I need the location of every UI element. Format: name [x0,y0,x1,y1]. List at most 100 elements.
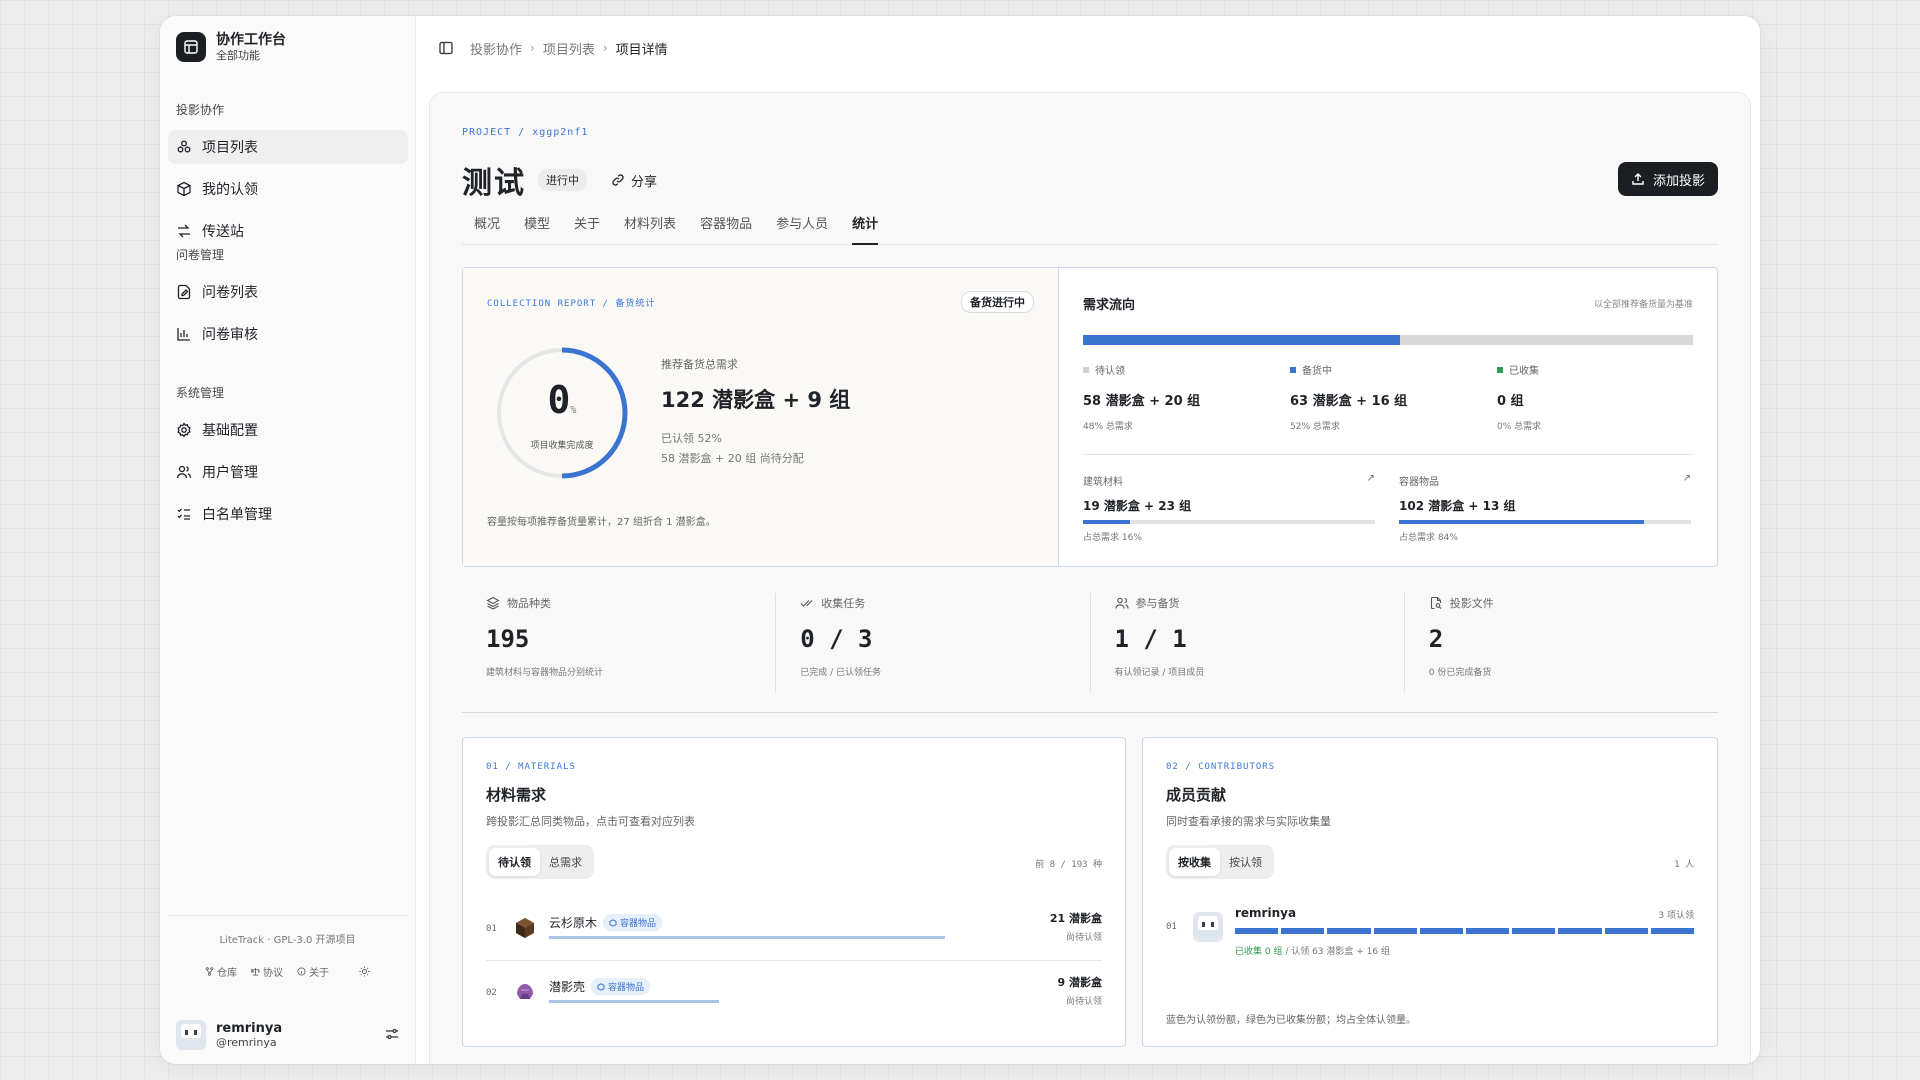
about-link[interactable]: 关于 [297,964,329,979]
sidebar-item-label: 问卷审核 [202,327,258,343]
tab-container-items[interactable]: 容器物品 [700,213,752,245]
sidebar-item-my-claims[interactable]: 我的认领 [168,172,408,206]
stat-value: 0 / 3 [800,625,873,653]
sort-by-claimed[interactable]: 按认领 [1220,848,1271,876]
nav-group-system: 系统管理 基础配置 用户管理 白名单管理 [168,383,408,539]
tab-model[interactable]: 模型 [524,213,550,245]
category-percent: 占总需求 84% [1399,533,1458,543]
agreement-link[interactable]: 协议 [251,964,283,979]
user-handle: @remrinya [216,1035,277,1049]
share-segment [1558,928,1602,934]
material-name-wrap: 潜影壳 容器物品 [549,978,651,995]
category-bar [1399,520,1691,524]
sidebar-item-user-management[interactable]: 用户管理 [168,455,408,489]
breadcrumb-item[interactable]: 项目列表 [543,39,595,58]
link-icon [612,174,624,186]
share-label: 分享 [631,174,658,190]
stat-caption: 0 份已完成备货 [1428,668,1492,678]
shulker-shell-icon [517,984,533,999]
stat-label: 物品种类 [507,597,551,610]
member-claimed: / 认领 63 潜影盒 + 16 组 [1282,947,1390,957]
avatar [1193,912,1223,942]
tab-participants[interactable]: 参与人员 [776,213,828,245]
stat-label: 投影文件 [1449,597,1494,610]
toggle-sidebar-button[interactable] [438,40,454,56]
brand[interactable]: 协作工作台 全部功能 [176,32,286,62]
stat-label: 收集任务 [821,597,866,610]
chip-label: 容器物品 [620,919,657,929]
flow-progress-fill [1083,335,1401,345]
materials-card: 01 / MATERIALS 材料需求 跨投影汇总同类物品，点击可查看对应列表 … [462,737,1126,1047]
project-detail-panel: PROJECT / xggp2nf1 测试 进行中 分享 添加投影 概况 模型 … [429,92,1751,1064]
theme-toggle[interactable] [359,966,370,977]
category-percent: 占总需求 16% [1083,533,1142,543]
sidebar-item-basic-config[interactable]: 基础配置 [168,413,408,447]
divider [462,712,1718,713]
materials-filter-toggle: 待认领 总需求 [486,845,594,879]
sidebar-item-survey-review[interactable]: 问卷审核 [168,317,408,351]
summary-stats: 物品种类 195 建筑材料与容器物品分别统计 收集任务 0 / 3 已完成 / … [462,593,1718,693]
user-settings-button[interactable] [385,1026,399,1045]
tab-overview[interactable]: 概况 [474,213,500,245]
material-amount: 21 潜影盒 [1049,912,1102,925]
category-bar-fill [1083,520,1130,524]
category-label: 建筑材料 [1083,477,1123,488]
topbar: 投影协作 › 项目列表 › 项目详情 [416,16,1760,80]
category-value: 19 潜影盒 + 23 组 [1083,499,1192,513]
divider [1083,454,1693,455]
sidebar-toggle-icon [439,41,453,55]
flow-stat-label: 已收集 [1509,366,1539,377]
list-item[interactable]: 01 remrinya 3 项认领 已收集 0 组 / 认领 63 潜影盒 + … [1166,900,1695,960]
sidebar-item-survey-list[interactable]: 问卷列表 [168,275,408,309]
stat-item-types: 物品种类 195 建筑材料与容器物品分别统计 [462,593,775,693]
sidebar-item-transfer-station[interactable]: 传送站 [168,214,408,248]
chevron-right-icon: › [602,41,608,55]
contributors-count: 1 人 [1674,860,1694,870]
tab-about[interactable]: 关于 [574,213,600,245]
card-description: 同时查看承接的需求与实际收集量 [1166,815,1331,828]
completion-percent: 0% [494,378,630,422]
member-name: remrinya [1235,906,1297,920]
nav-group-survey: 问卷管理 问卷列表 问卷审核 [168,245,408,359]
app-logo-icon [176,32,206,62]
users-icon [1114,597,1129,609]
package-icon [177,181,191,197]
bar-chart-icon [177,328,190,341]
stat-caption: 已完成 / 已认领任务 [800,668,882,678]
category-container-items[interactable]: 容器物品 ↗ 102 潜影盒 + 13 组 占总需求 84% [1399,473,1691,543]
project-tag: PROJECT / xggp2nf1 [462,127,589,138]
material-amount: 9 潜影盒 [1057,976,1102,989]
app-window: 协作工作台 全部功能 投影协作 项目列表 我的认领 传送站 问卷管理 问卷列表 … [160,16,1760,1064]
total-need-value: 122 潜影盒 + 9 组 [661,388,851,412]
repo-link[interactable]: 仓库 [205,964,237,979]
footer-links: 仓库 协议 关于 [168,964,407,979]
percent-unit: % [570,405,577,416]
sidebar-item-project-list[interactable]: 项目列表 [168,130,408,164]
list-item[interactable]: 02 潜影壳 容器物品 9 潜影盒 尚待认领 [486,968,1102,1024]
flow-stat-value: 0 组 [1497,394,1524,409]
agreement-link-label: 协议 [263,968,283,979]
sidebar-item-label: 用户管理 [202,465,258,481]
current-user[interactable]: remrinya @remrinya [176,1020,399,1050]
list-item[interactable]: 01 云杉原木 容器物品 21 潜影盒 尚待认领 [486,904,1102,960]
share-button[interactable]: 分享 [611,171,657,190]
sidebar-item-whitelist[interactable]: 白名单管理 [168,497,408,531]
material-status: 尚待认领 [1065,933,1102,943]
breadcrumb-item[interactable]: 投影协作 [470,39,522,58]
tab-materials[interactable]: 材料列表 [624,213,676,245]
tab-statistics[interactable]: 统计 [852,213,879,245]
legend-note: 蓝色为认领份额，绿色为已收集份额；均占全体认领量。 [1166,1015,1416,1026]
flow-stat-in-progress: 备货中 63 潜影盒 + 16 组 52% 总需求 [1290,362,1490,432]
sort-by-collected[interactable]: 按收集 [1169,848,1220,876]
share-segment [1604,928,1648,934]
info-icon [297,967,306,976]
filter-total-need[interactable]: 总需求 [540,848,591,876]
add-projection-button[interactable]: 添加投影 [1617,162,1718,196]
report-status-badge: 备货进行中 [961,291,1034,313]
sliders-icon [386,1028,398,1039]
brand-subtitle: 全部功能 [216,49,260,62]
category-building-materials[interactable]: 建筑材料 ↗ 19 潜影盒 + 23 组 占总需求 16% [1083,473,1375,543]
material-name: 潜影壳 [549,980,586,994]
filter-unclaimed[interactable]: 待认领 [489,848,540,876]
card-title: 成员贡献 [1166,786,1227,804]
